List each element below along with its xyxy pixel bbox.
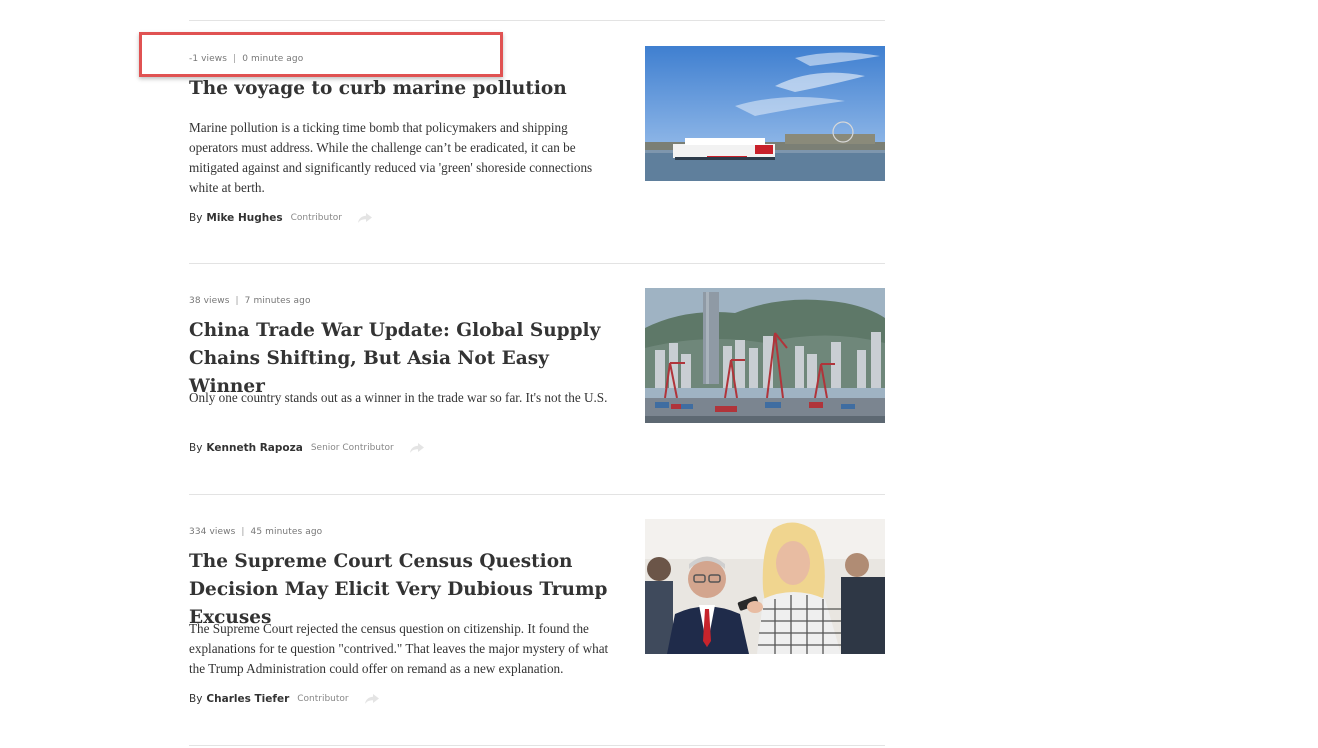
article-meta: -1 views | 0 minute ago xyxy=(189,54,303,64)
article-card: 334 views | 45 minutes ago The Supreme Cou… xyxy=(189,495,885,745)
publish-time: 7 minutes ago xyxy=(244,296,311,306)
article-thumbnail[interactable] xyxy=(645,288,885,423)
article-title[interactable]: The voyage to curb marine pollution xyxy=(189,75,619,103)
article-card: 38 views | 7 minutes ago China Trade War U… xyxy=(189,264,885,494)
share-icon[interactable] xyxy=(364,694,379,704)
article-byline: By Charles Tiefer Contributor xyxy=(189,693,379,705)
views-count: 38 views xyxy=(189,296,230,306)
author-role: Contributor xyxy=(290,213,342,223)
share-icon[interactable] xyxy=(357,213,372,223)
cruise-ship-harbor-photo xyxy=(645,46,885,181)
container-port-city-photo xyxy=(645,288,885,423)
article-description: Marine pollution is a ticking time bomb … xyxy=(189,120,593,195)
meta-separator: | xyxy=(233,54,237,64)
people-photo xyxy=(645,519,885,654)
article-byline: By Mike Hughes Contributor xyxy=(189,212,372,224)
divider xyxy=(189,745,885,746)
article-description: Only one country stands out as a winner … xyxy=(189,390,608,405)
publish-time: 0 minute ago xyxy=(242,54,304,64)
author-link[interactable]: Mike Hughes xyxy=(206,212,282,224)
article-card: -1 views | 0 minute ago The voyage to curb… xyxy=(189,21,885,263)
views-count: -1 views xyxy=(189,54,228,64)
article-thumbnail[interactable] xyxy=(645,519,885,654)
author-role: Senior Contributor xyxy=(310,443,394,453)
by-label: By xyxy=(189,212,203,224)
article-byline: By Kenneth Rapoza Senior Contributor xyxy=(189,442,424,454)
author-role: Contributor xyxy=(297,694,349,704)
share-icon[interactable] xyxy=(409,443,424,453)
author-link[interactable]: Kenneth Rapoza xyxy=(206,442,302,454)
article-meta: 38 views | 7 minutes ago xyxy=(189,296,311,306)
article-meta: 334 views | 45 minutes ago xyxy=(189,527,322,537)
author-link[interactable]: Charles Tiefer xyxy=(206,693,289,705)
article-thumbnail[interactable] xyxy=(645,46,885,181)
views-count: 334 views xyxy=(189,527,236,537)
publish-time: 45 minutes ago xyxy=(250,527,323,537)
article-description: The Supreme Court rejected the census qu… xyxy=(189,621,609,676)
by-label: By xyxy=(189,442,203,454)
by-label: By xyxy=(189,693,203,705)
meta-separator: | xyxy=(235,296,239,306)
article-feed: -1 views | 0 minute ago The voyage to curb… xyxy=(189,20,885,746)
meta-separator: | xyxy=(241,527,245,537)
